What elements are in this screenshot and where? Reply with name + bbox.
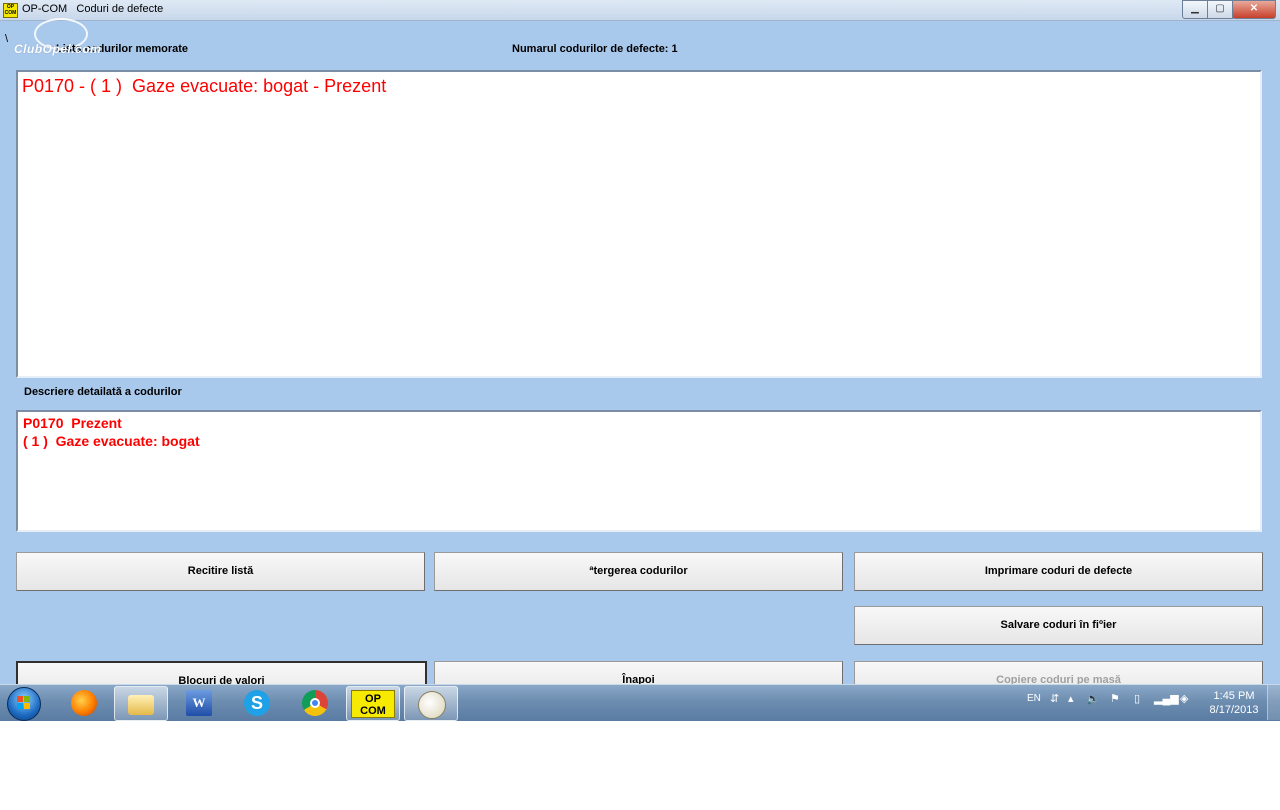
- stored-codes-list[interactable]: P0170 - ( 1 ) Gaze evacuate: bogat - Pre…: [16, 70, 1262, 378]
- action-center-icon[interactable]: ⚑: [1110, 692, 1120, 705]
- taskbar-opcom[interactable]: OP COM: [346, 686, 400, 721]
- print-codes-button[interactable]: Imprimare coduri de defecte: [854, 552, 1263, 591]
- clubopel-watermark: ClubOpel.com: [14, 42, 102, 56]
- taskbar-skype[interactable]: S: [231, 686, 283, 719]
- code-detail-box[interactable]: P0170 Prezent ( 1 ) Gaze evacuate: bogat: [16, 410, 1262, 532]
- taskbar: W S OP COM EN ⇵ ▴ 🔈 ⚑ ▯ ▂▄▆ ◈ 1:45 PM 8/…: [0, 684, 1280, 721]
- back-button[interactable]: Înapoi: [434, 661, 843, 684]
- windows-logo-icon: [17, 696, 30, 709]
- taskbar-paint[interactable]: [404, 686, 458, 721]
- taskbar-firefox[interactable]: [58, 686, 110, 719]
- opcom-icon: OP COM: [351, 690, 395, 718]
- skype-icon: S: [244, 690, 270, 716]
- stray-backslash: \: [5, 33, 9, 45]
- clear-codes-button[interactable]: ªtergerea codurilor: [434, 552, 843, 591]
- taskbar-word[interactable]: W: [173, 686, 225, 719]
- app-name: OP-COM: [22, 3, 68, 15]
- language-indicator[interactable]: EN: [1027, 693, 1041, 704]
- detail-line-code: P0170 Prezent: [23, 415, 122, 431]
- folder-icon: [128, 695, 154, 715]
- value-blocks-button[interactable]: Blocuri de valori: [16, 661, 427, 684]
- battery-icon[interactable]: ▯: [1134, 692, 1140, 705]
- window-title-text: Coduri de defecte: [76, 3, 164, 15]
- clock-date: 8/17/2013: [1209, 704, 1259, 716]
- paint-icon: [418, 691, 446, 719]
- title-bar: OP COM OP-COM Coduri de defecte ▁ ▢ ✕: [0, 0, 1280, 21]
- clock-time: 1:45 PM: [1213, 690, 1255, 702]
- minimize-button[interactable]: ▁: [1182, 0, 1208, 19]
- opcom-app-icon: OP COM: [3, 3, 18, 18]
- list-item[interactable]: P0170 - ( 1 ) Gaze evacuate: bogat - Pre…: [22, 76, 386, 97]
- codes-count-label: Numarul codurilor de defecte: 1: [512, 43, 678, 55]
- signal-icon[interactable]: ▂▄▆: [1154, 692, 1179, 705]
- word-icon: W: [186, 690, 212, 716]
- volume-icon[interactable]: 🔈: [1086, 692, 1100, 705]
- close-button[interactable]: ✕: [1232, 0, 1276, 19]
- clock[interactable]: 1:45 PM 8/17/2013: [1205, 689, 1263, 717]
- copy-codes-button[interactable]: Copiere coduri pe masă: [854, 661, 1263, 684]
- dropbox-icon[interactable]: ◈: [1180, 692, 1188, 705]
- taskbar-explorer[interactable]: [114, 686, 168, 721]
- window-title: OP-COM Coduri de defecte: [22, 3, 163, 15]
- opcom-window: OP COM OP-COM Coduri de defecte ▁ ▢ ✕ \ …: [0, 0, 1280, 684]
- detail-label: Descriere detailată a codurilor: [24, 386, 182, 398]
- taskbar-chrome[interactable]: [289, 686, 341, 719]
- network-switch-icon[interactable]: ⇵: [1050, 692, 1059, 705]
- show-desktop-button[interactable]: [1267, 685, 1280, 720]
- save-codes-button[interactable]: Salvare coduri în fiºier: [854, 606, 1263, 645]
- chrome-icon: [302, 690, 328, 716]
- start-button[interactable]: [7, 687, 41, 721]
- show-hidden-icons-icon[interactable]: ▴: [1068, 692, 1074, 705]
- detail-line-description: ( 1 ) Gaze evacuate: bogat: [23, 433, 200, 449]
- maximize-button[interactable]: ▢: [1207, 0, 1233, 19]
- reread-list-button[interactable]: Recitire listă: [16, 552, 425, 591]
- firefox-icon: [71, 690, 97, 716]
